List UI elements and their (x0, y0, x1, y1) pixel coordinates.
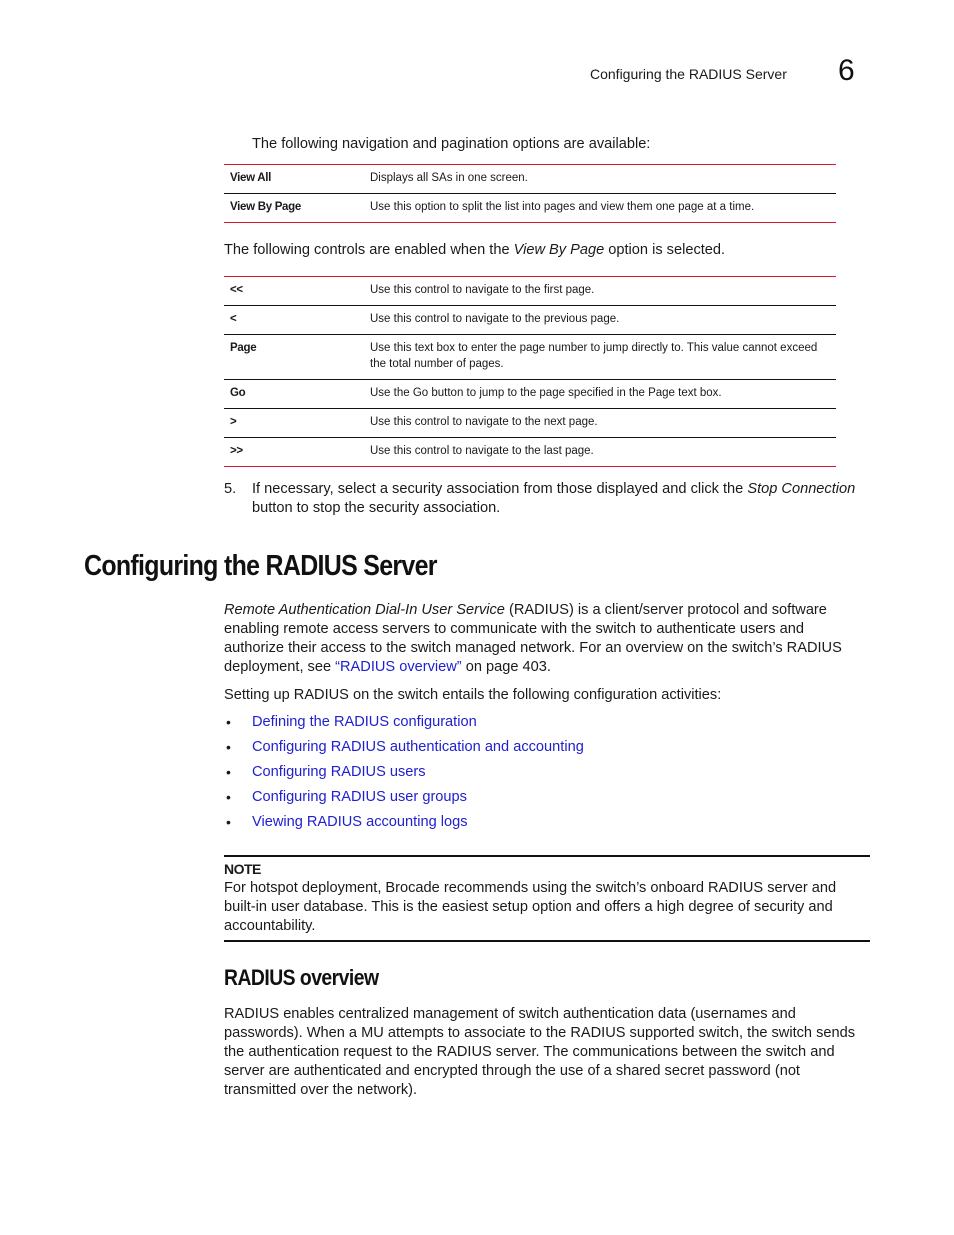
table-row: > Use this control to navigate to the ne… (224, 409, 836, 438)
section-intro-paragraph: Remote Authentication Dial-In User Servi… (224, 601, 864, 677)
link-viewing-accounting-logs[interactable]: Viewing RADIUS accounting logs (252, 814, 468, 830)
bullet-icon: • (226, 739, 231, 755)
control-name: > (230, 416, 237, 428)
table-row: < Use this control to navigate to the pr… (224, 306, 836, 335)
list-item: • Viewing RADIUS accounting logs (224, 813, 584, 838)
bullet-icon: • (226, 714, 231, 730)
pagination-controls-table: << Use this control to navigate to the f… (224, 276, 836, 467)
table-row: Page Use this text box to enter the page… (224, 335, 836, 380)
bullet-icon: • (226, 789, 231, 805)
navigation-options-table: View All Displays all SAs in one screen.… (224, 164, 836, 223)
procedure-step-5: 5. If necessary, select a security assoc… (224, 480, 874, 516)
list-item: • Configuring RADIUS user groups (224, 788, 584, 813)
control-name: >> (230, 445, 243, 457)
note-box: NOTE For hotspot deployment, Brocade rec… (224, 855, 870, 942)
note-text: For hotspot deployment, Brocade recommen… (224, 880, 837, 934)
control-description: Use this control to navigate to the next… (370, 416, 598, 428)
option-name: View All (230, 172, 272, 184)
controls-intro-text: The following controls are enabled when … (224, 241, 725, 260)
list-item: • Configuring RADIUS users (224, 763, 584, 788)
controls-intro-emphasis: View By Page (513, 242, 605, 258)
radius-overview-paragraph: RADIUS enables centralized management of… (224, 1006, 856, 1098)
para-text-after: on page 403. (461, 659, 551, 675)
control-description: Use this control to navigate to the prev… (370, 313, 620, 325)
control-description: Use this control to navigate to the firs… (370, 284, 595, 296)
configuration-activities-list: • Defining the RADIUS configuration • Conf… (224, 713, 584, 838)
controls-intro-after: option is selected. (604, 242, 726, 258)
step-emphasis: Stop Connection (747, 481, 856, 497)
step-number: 5. (224, 481, 237, 497)
section-heading: Configuring the RADIUS Server (84, 550, 437, 582)
bullet-icon: • (226, 764, 231, 780)
table-row: Go Use the Go button to jump to the page… (224, 380, 836, 409)
control-name: < (230, 313, 237, 325)
nav-intro-text: The following navigation and pagination … (252, 136, 651, 152)
option-name: View By Page (230, 201, 301, 213)
list-item: • Defining the RADIUS configuration (224, 713, 584, 738)
control-description: Use the Go button to jump to the page sp… (370, 387, 722, 399)
control-name: Page (230, 342, 257, 354)
table-row: << Use this control to navigate to the f… (224, 276, 836, 306)
running-header-title: Configuring the RADIUS Server (590, 66, 787, 82)
table-row: View By Page Use this option to split th… (224, 194, 836, 223)
controls-intro-before: The following controls are enabled when … (224, 242, 514, 258)
control-name: << (230, 284, 243, 296)
control-name: Go (230, 387, 246, 399)
step-text-before: If necessary, select a security associat… (252, 481, 748, 497)
radius-term-emphasis: Remote Authentication Dial-In User Servi… (224, 602, 505, 618)
list-item: • Configuring RADIUS authentication and a… (224, 738, 584, 763)
link-configuring-authentication-accounting[interactable]: Configuring RADIUS authentication and ac… (252, 739, 584, 755)
option-description: Displays all SAs in one screen. (370, 172, 528, 184)
option-description: Use this option to split the list into p… (370, 201, 755, 213)
control-description: Use this text box to enter the page numb… (370, 342, 818, 370)
table-row: View All Displays all SAs in one screen. (224, 164, 836, 194)
activities-intro-text: Setting up RADIUS on the switch entails … (224, 687, 722, 703)
bullet-icon: • (226, 814, 231, 830)
table-row: >> Use this control to navigate to the l… (224, 438, 836, 467)
note-label: NOTE (224, 861, 261, 877)
link-configuring-user-groups[interactable]: Configuring RADIUS user groups (252, 789, 467, 805)
control-description: Use this control to navigate to the last… (370, 445, 594, 457)
step-text: If necessary, select a security associat… (252, 480, 872, 518)
chapter-number: 6 (838, 54, 855, 87)
link-defining-radius-configuration[interactable]: Defining the RADIUS configuration (252, 714, 477, 730)
step-text-after: button to stop the security association. (252, 500, 501, 516)
subsection-heading: RADIUS overview (224, 965, 379, 990)
link-configuring-radius-users[interactable]: Configuring RADIUS users (252, 764, 426, 780)
radius-overview-link[interactable]: “RADIUS overview” (335, 659, 462, 675)
